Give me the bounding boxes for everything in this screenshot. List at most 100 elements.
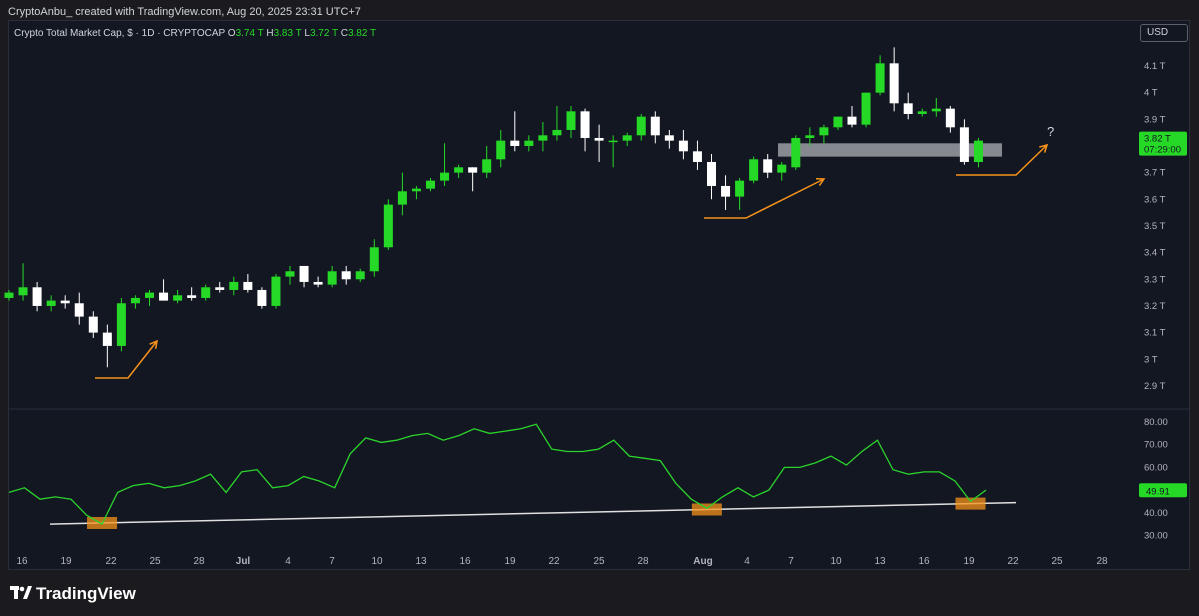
rsi-tick-label: 60.00 <box>1144 462 1168 473</box>
x-axis-tick-label: 19 <box>963 556 975 567</box>
arrow-annotation <box>704 178 825 219</box>
candle-body <box>74 303 84 317</box>
x-axis-tick-label: 7 <box>329 556 335 567</box>
candle-body <box>636 116 646 136</box>
last-price-label: 3.82 T <box>1144 134 1171 145</box>
candle-body <box>215 287 225 290</box>
candle-body <box>116 303 126 346</box>
x-axis-tick-label: 16 <box>459 556 471 567</box>
price-tick-label: 4 T <box>1144 88 1158 99</box>
candle-body <box>889 63 899 104</box>
rsi-touch-marker <box>955 497 986 510</box>
candle-body <box>510 140 520 146</box>
tradingview-logo-text: TradingView <box>36 584 136 603</box>
candle-body <box>678 140 688 152</box>
x-axis-tick-label: 28 <box>193 556 205 567</box>
x-axis-tick-label: 25 <box>149 556 161 567</box>
candle-body <box>819 127 829 136</box>
candle-body <box>201 287 211 298</box>
candle-body <box>973 140 983 162</box>
candle-body <box>243 281 253 290</box>
candle-body <box>159 292 169 301</box>
candle-body <box>468 167 478 173</box>
candle-body <box>369 247 379 272</box>
candle-body <box>355 271 365 280</box>
candle-body <box>397 191 407 205</box>
candle-body <box>88 316 98 333</box>
candle-body <box>749 159 759 181</box>
price-tick-label: 3 T <box>1144 354 1158 365</box>
candle-body <box>580 111 590 138</box>
x-axis-tick-label: 10 <box>371 556 383 567</box>
x-axis-tick-label: 4 <box>744 556 750 567</box>
x-axis-tick-label: 13 <box>415 556 427 567</box>
price-tick-label: 3.2 T <box>1144 301 1166 312</box>
chart-canvas[interactable]: ?4.1 T4 T3.9 T3.8 T3.7 T3.6 T3.5 T3.4 T3… <box>0 0 1199 616</box>
x-axis-tick-label: Jul <box>236 556 251 567</box>
x-axis-tick-label: 4 <box>285 556 291 567</box>
currency-button[interactable]: USD <box>1140 24 1188 42</box>
rsi-tick-label: 80.00 <box>1144 417 1168 428</box>
candle-body <box>538 135 548 141</box>
candle-body <box>496 140 506 160</box>
x-axis-tick-label: 16 <box>918 556 930 567</box>
candle-body <box>861 92 871 125</box>
candle-body <box>341 271 351 280</box>
candle-body <box>707 161 716 186</box>
x-axis-tick-label: 22 <box>548 556 560 567</box>
candle-body <box>327 271 337 285</box>
footer-bar: TradingView <box>0 575 1199 616</box>
rsi-touch-marker <box>691 503 722 516</box>
close-label: C <box>340 28 348 39</box>
rsi-tick-label: 40.00 <box>1144 508 1168 519</box>
x-axis-tick-label: 25 <box>593 556 605 567</box>
x-axis-tick-label: 22 <box>105 556 117 567</box>
candle-body <box>692 151 702 162</box>
candle-body <box>257 289 267 306</box>
candle-body <box>791 137 801 168</box>
candle-body <box>959 127 969 162</box>
rsi-tick-label: 70.00 <box>1144 440 1168 451</box>
price-tick-label: 3.6 T <box>1144 194 1166 205</box>
candle-body <box>608 140 618 143</box>
candle-body <box>650 116 660 136</box>
ohlc-legend: Crypto Total Market Cap, $ · 1D · CRYPTO… <box>14 28 376 39</box>
price-tick-label: 3.9 T <box>1144 114 1166 125</box>
candle-body <box>622 135 632 141</box>
price-tick-label: 2.9 T <box>1144 381 1166 392</box>
price-tick-label: 3.7 T <box>1144 168 1166 179</box>
countdown-label: 07:29:00 <box>1144 145 1181 156</box>
price-tick-label: 3.5 T <box>1144 221 1166 232</box>
x-axis-tick-label: 19 <box>504 556 516 567</box>
price-tick-label: 4.1 T <box>1144 61 1166 72</box>
candle-body <box>46 300 56 306</box>
x-axis-tick-label: 25 <box>1051 556 1063 567</box>
x-axis-tick-label: 28 <box>1096 556 1108 567</box>
x-axis-tick-label: 19 <box>60 556 72 567</box>
candle-body <box>173 295 183 301</box>
candle-body <box>229 281 239 290</box>
candle-body <box>552 129 562 136</box>
candle-body <box>594 137 604 141</box>
symbol-title: Crypto Total Market Cap, $ · 1D · CRYPTO… <box>14 28 226 39</box>
candle-body <box>482 159 492 173</box>
candle-body <box>313 281 323 285</box>
candle-body <box>18 287 28 296</box>
candle-body <box>735 180 745 197</box>
candle-body <box>875 63 885 93</box>
candle-body <box>426 180 435 189</box>
high-label: H <box>266 28 274 39</box>
candle-body <box>130 297 140 304</box>
candle-body <box>833 116 843 128</box>
high-value: 3.83 T <box>273 28 302 39</box>
x-axis-tick-label: 13 <box>874 556 886 567</box>
candle-body <box>299 265 309 282</box>
rsi-trendline <box>49 501 1017 525</box>
x-axis-tick-label: 10 <box>830 556 842 567</box>
candle-body <box>945 108 955 128</box>
candle-body <box>917 111 927 114</box>
x-axis-tick-label: Aug <box>693 556 712 567</box>
candle-body <box>721 185 731 197</box>
candle-body <box>664 135 674 141</box>
candle-body <box>60 300 70 304</box>
